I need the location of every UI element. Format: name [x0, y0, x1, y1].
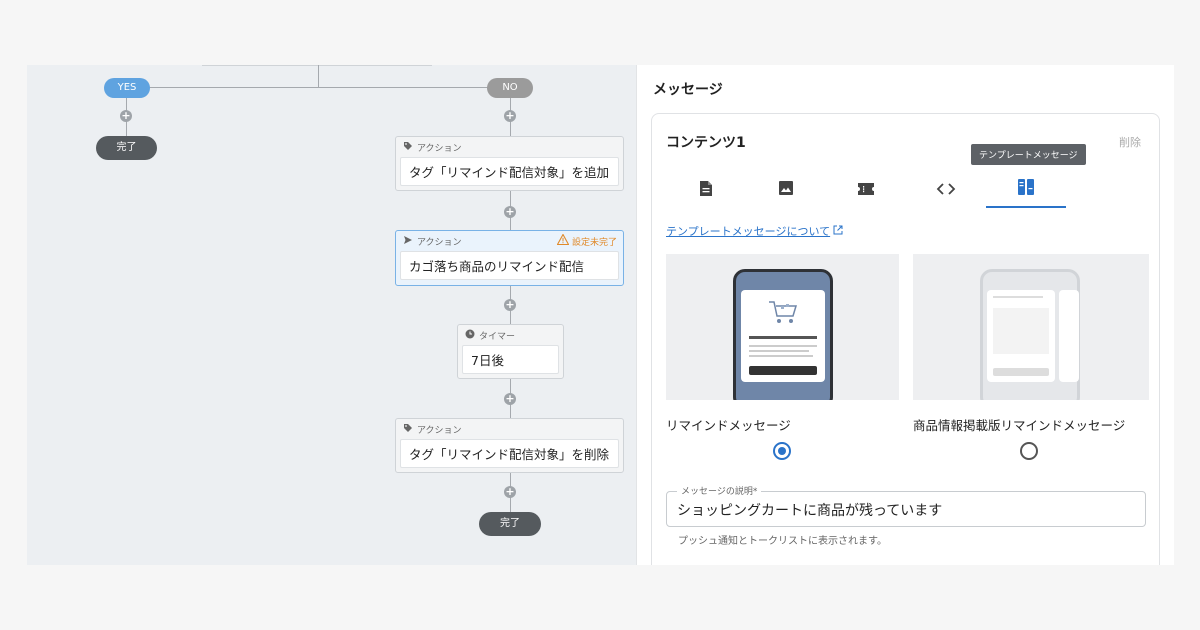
done-node-right[interactable]: 完了: [479, 512, 541, 536]
message-panel: メッセージ コンテンツ1 削除 テンプレートメッセージ テンプレートメッセージに…: [636, 65, 1174, 565]
message-card-preview: [987, 290, 1055, 382]
node-header: アクション: [396, 419, 623, 439]
add-step-button[interactable]: +: [504, 206, 516, 218]
action-node-remove-tag[interactable]: アクション タグ「リマインド配信対象」を削除: [395, 418, 624, 473]
content-card: コンテンツ1 削除 テンプレートメッセージ テンプレートメッセージについて リマ…: [651, 113, 1160, 565]
tooltip: テンプレートメッセージ: [971, 144, 1086, 165]
message-card-preview: [1059, 290, 1079, 382]
branch-no-label[interactable]: NO: [487, 78, 533, 98]
add-step-button[interactable]: +: [504, 393, 516, 405]
node-body: タグ「リマインド配信対象」を追加: [400, 157, 619, 186]
add-step-button[interactable]: +: [120, 110, 132, 122]
branch-yes-label[interactable]: YES: [104, 78, 150, 98]
node-header: アクション 設定未完了: [396, 231, 623, 251]
add-step-button[interactable]: +: [504, 486, 516, 498]
node-type-label: タイマー: [479, 331, 516, 342]
content-type-tabs: [666, 172, 1146, 208]
message-card-preview: [741, 290, 825, 382]
node-type-label: アクション: [417, 143, 462, 154]
node-type-label: アクション: [417, 425, 462, 436]
flow-canvas[interactable]: YES + 完了 NO + アクション タグ「リマインド配信対象」を追加 + ア…: [27, 65, 636, 565]
tab-text[interactable]: [666, 172, 746, 208]
add-step-button[interactable]: +: [504, 110, 516, 122]
node-body: タグ「リマインド配信対象」を削除: [400, 439, 619, 468]
node-type-label: アクション: [417, 237, 462, 248]
clock-icon: [465, 329, 475, 342]
ticket-icon: [857, 181, 875, 200]
template-preview-reminder[interactable]: [666, 254, 899, 400]
image-icon: [778, 180, 794, 200]
delete-button[interactable]: 削除: [1119, 134, 1141, 150]
tab-template[interactable]: [986, 172, 1066, 208]
timer-node[interactable]: タイマー 7日後: [457, 324, 564, 379]
add-step-button[interactable]: +: [504, 299, 516, 311]
template-label-reminder: リマインドメッセージ: [666, 418, 791, 433]
flow-connector: [318, 65, 319, 87]
document-icon: [699, 180, 713, 201]
message-description-field[interactable]: メッセージの説明* ショッピングカートに商品が残っています: [666, 484, 1146, 527]
tab-image[interactable]: [746, 172, 826, 208]
template-help-link-label: テンプレートメッセージについて: [666, 225, 831, 238]
template-icon: [1017, 178, 1035, 200]
node-header: タイマー: [458, 325, 563, 345]
action-node-send-reminder[interactable]: アクション 設定未完了 カゴ落ち商品のリマインド配信: [395, 230, 624, 286]
tab-coupon[interactable]: [826, 172, 906, 208]
node-header: アクション: [396, 137, 623, 157]
done-node-left[interactable]: 完了: [96, 136, 157, 160]
node-body: 7日後: [462, 345, 559, 374]
warning-status: 設定未完了: [556, 233, 617, 248]
panel-title: メッセージ: [653, 82, 723, 98]
action-node-add-tag[interactable]: アクション タグ「リマインド配信対象」を追加: [395, 136, 624, 191]
phone-mockup: [980, 269, 1080, 400]
field-hint: プッシュ通知とトークリストに表示されます。: [678, 536, 887, 547]
content-title: コンテンツ1: [666, 135, 746, 151]
warning-icon: [556, 233, 570, 248]
template-help-link[interactable]: テンプレートメッセージについて: [666, 223, 843, 239]
code-icon: [936, 181, 956, 200]
field-value: ショッピングカートに商品が残っています: [677, 503, 943, 519]
editor-stage: YES + 完了 NO + アクション タグ「リマインド配信対象」を追加 + ア…: [27, 65, 1174, 565]
tab-code[interactable]: [906, 172, 986, 208]
node-body: カゴ落ち商品のリマインド配信: [400, 251, 619, 280]
shopping-cart-icon: [767, 298, 799, 332]
field-label: メッセージの説明*: [677, 484, 762, 497]
tag-icon: [403, 141, 413, 154]
template-preview-product-reminder[interactable]: [913, 254, 1149, 400]
phone-mockup: [733, 269, 833, 400]
flow-connector: [126, 87, 510, 88]
external-link-icon: [833, 225, 843, 238]
flow-connector: [202, 65, 432, 66]
warning-text: 設定未完了: [571, 237, 617, 248]
radio-template-reminder[interactable]: [773, 442, 791, 460]
radio-template-product-reminder[interactable]: [1020, 442, 1038, 460]
template-label-product-reminder: 商品情報掲載版リマインドメッセージ: [913, 418, 1126, 433]
send-icon: [403, 235, 413, 248]
tag-icon: [403, 423, 413, 436]
